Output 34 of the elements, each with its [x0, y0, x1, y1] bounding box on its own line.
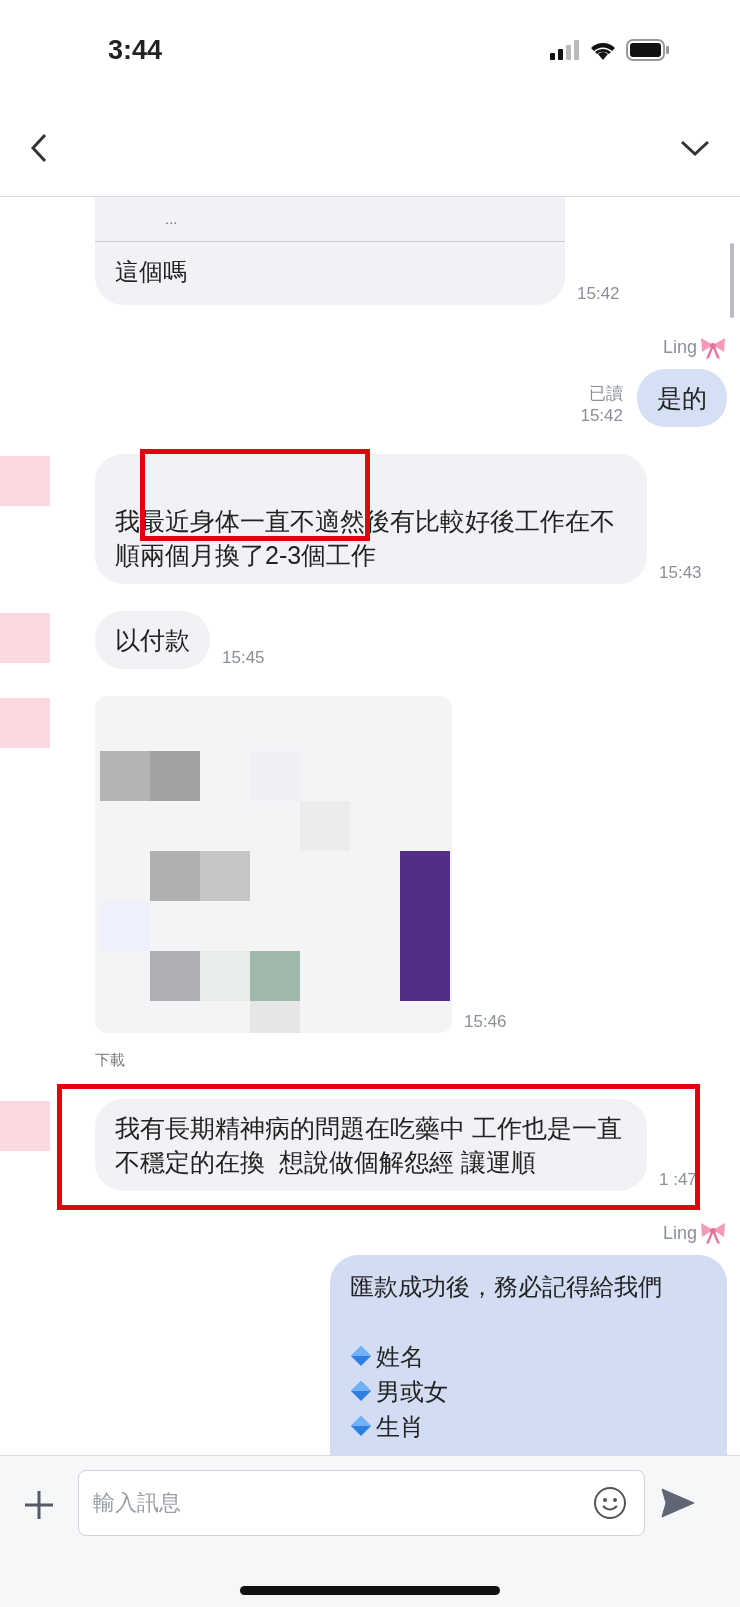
list-item-text: 生肖 — [376, 1411, 424, 1442]
timestamp: 15:43 — [659, 562, 702, 584]
quote-preview: ... — [165, 208, 178, 229]
sender-name: Ling — [662, 336, 697, 359]
plus-icon[interactable] — [24, 1490, 54, 1520]
list-item-text: 男或女 — [376, 1376, 448, 1407]
message-bubble: 以付款 — [95, 611, 210, 669]
list-item-text: 姓名 — [376, 1341, 424, 1372]
diamond-icon — [350, 1345, 372, 1367]
diamond-icon — [350, 1380, 372, 1402]
message-bubble: 是的 — [637, 369, 727, 427]
bow-icon — [699, 1221, 727, 1245]
send-icon[interactable] — [661, 1488, 695, 1518]
emoji-icon[interactable] — [593, 1486, 627, 1520]
battery-icon — [626, 39, 670, 61]
scrollbar[interactable] — [730, 243, 734, 318]
message-input[interactable]: 輸入訊息 — [78, 1470, 645, 1536]
chevron-down-icon[interactable] — [680, 139, 710, 157]
sender-name: Ling — [662, 1221, 697, 1245]
status-time: 3:44 — [108, 33, 163, 67]
bow-icon — [699, 335, 727, 360]
timestamp: 15:42 — [580, 405, 623, 427]
download-link[interactable]: 下載 — [95, 1049, 740, 1072]
signal-icon — [550, 40, 580, 60]
timestamp: 15:42 — [577, 283, 620, 305]
read-receipt: 已讀 — [588, 383, 623, 405]
message-text: 這個嗎 — [115, 258, 187, 285]
timestamp: 15:46 — [464, 1011, 507, 1033]
timestamp: 1 :47 — [659, 1168, 697, 1191]
message-text: 匯款成功後，務必記得給我們 — [350, 1271, 663, 1302]
back-icon[interactable] — [30, 133, 48, 163]
timestamp: 15:45 — [222, 647, 265, 669]
message-bubble: 我有長期精神病的問題在吃藥中 工作也是一直不穩定的在換 想說做個解怨經 讓運順 — [95, 1098, 647, 1191]
diamond-icon — [350, 1415, 372, 1437]
